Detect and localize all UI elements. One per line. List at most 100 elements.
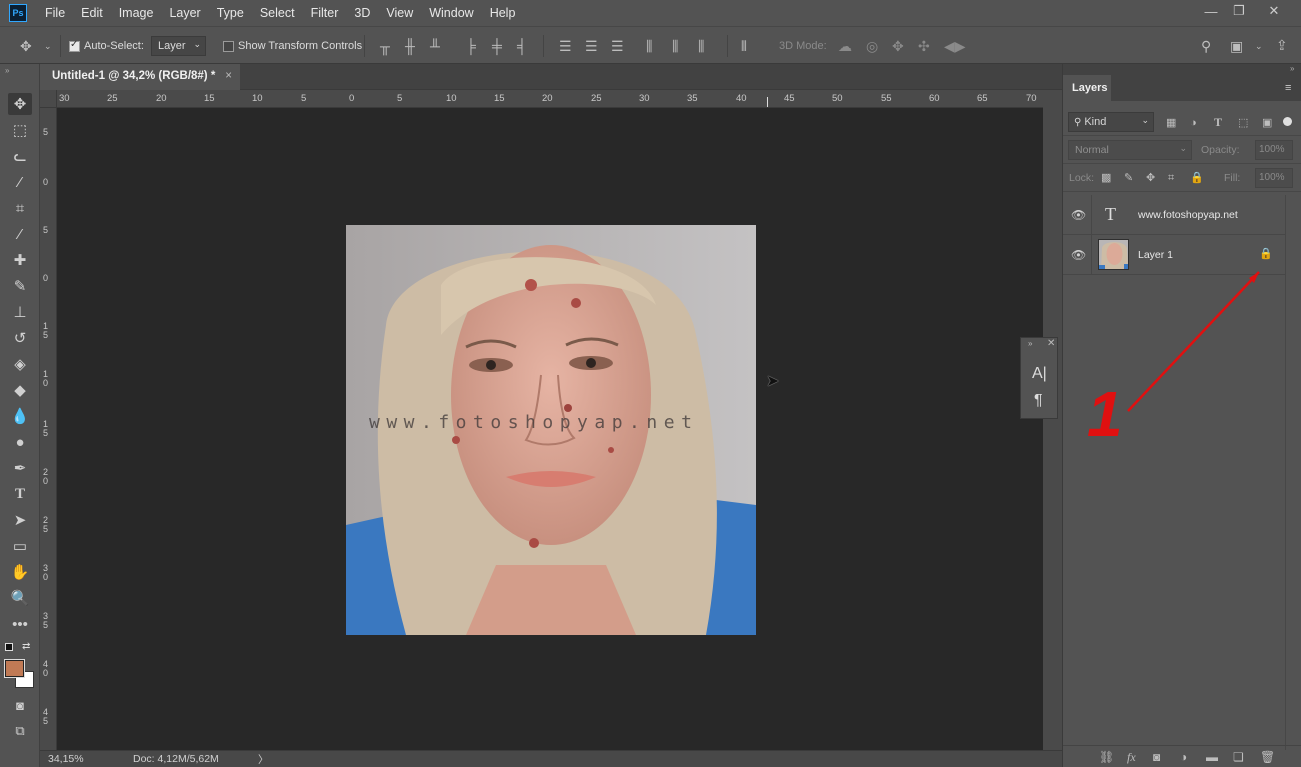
chevron-down-icon[interactable]: ⌄ [44, 39, 52, 53]
lasso-tool-icon[interactable]: ᓚ [8, 145, 32, 167]
type-tool-icon[interactable]: T [8, 483, 32, 505]
paint-bucket-tool-icon[interactable]: ◆ [8, 379, 32, 401]
add-mask-icon[interactable]: ◙ [1153, 750, 1160, 764]
menu-select[interactable]: Select [260, 6, 295, 20]
layers-scrollbar[interactable] [1285, 195, 1301, 750]
menu-edit[interactable]: Edit [81, 6, 103, 20]
align-bottom-icon[interactable]: ╨ [430, 39, 440, 53]
magic-wand-tool-icon[interactable]: ⁄ [8, 171, 32, 193]
3d-scale-icon[interactable]: ◀▶ [944, 39, 966, 53]
panel-menu-icon[interactable]: ≡ [1285, 82, 1291, 94]
menu-view[interactable]: View [386, 6, 413, 20]
collapse-panels-icon[interactable]: » [1290, 64, 1294, 73]
blur-tool-icon[interactable]: 💧 [8, 405, 32, 427]
layer-style-fx-icon[interactable]: fx [1127, 750, 1136, 765]
auto-align-icon[interactable]: ⫴ [741, 39, 747, 53]
eyedropper-tool-icon[interactable]: ⁄ [8, 223, 32, 245]
new-group-folder-icon[interactable]: ▬ [1206, 750, 1218, 764]
collapse-toolbar-icon[interactable]: » [5, 66, 9, 75]
lock-transparent-pixels-icon[interactable]: ▩ [1101, 171, 1111, 185]
align-top-icon[interactable]: ╥ [380, 39, 390, 53]
dodge-tool-icon[interactable]: ● [8, 431, 32, 453]
filter-shape-icon[interactable]: ⬚ [1238, 116, 1248, 130]
marquee-tool-icon[interactable]: ⬚ [8, 119, 32, 141]
share-icon[interactable]: ⇪ [1276, 38, 1288, 52]
distribute-left-icon[interactable]: ⫼ [646, 39, 652, 53]
more-tools-icon[interactable]: ••• [8, 613, 32, 635]
foreground-color-swatch[interactable] [4, 659, 25, 678]
layer-name[interactable]: Layer 1 [1138, 249, 1173, 261]
ruler-corner[interactable] [40, 90, 57, 108]
move-tool-preset-icon[interactable]: ✥ [20, 39, 32, 53]
brush-tool-icon[interactable]: ✎ [8, 275, 32, 297]
document-tab[interactable]: Untitled-1 @ 34,2% (RGB/8#) * × [40, 64, 240, 90]
distribute-right-icon[interactable]: ⫼ [698, 39, 704, 53]
search-icon[interactable]: ⚲ [1201, 39, 1211, 53]
fill-input[interactable]: 100% [1255, 168, 1293, 188]
menu-file[interactable]: File [45, 6, 65, 20]
eraser-tool-icon[interactable]: ◈ [8, 353, 32, 375]
close-dock-icon[interactable]: ✕ [1047, 338, 1055, 349]
align-left-icon[interactable]: ╞ [466, 39, 476, 53]
character-panel-icon[interactable]: A| [1032, 365, 1047, 383]
quick-mask-icon[interactable]: ◙ [8, 694, 32, 716]
default-colors-icon[interactable] [5, 643, 13, 651]
menu-layer[interactable]: Layer [169, 6, 200, 20]
expand-panels-icon[interactable]: » [1028, 339, 1032, 348]
crop-tool-icon[interactable]: ⌗ [8, 197, 32, 219]
vertical-ruler[interactable]: 5 0 5 0 1 5 1 0 1 5 2 0 2 5 3 0 3 5 4 0 … [40, 108, 57, 750]
delete-layer-trash-icon[interactable]: 🗑 [1260, 750, 1275, 764]
filter-type-icon[interactable]: T [1214, 115, 1222, 129]
clone-stamp-tool-icon[interactable]: ⊥ [8, 301, 32, 323]
show-transform-checkbox[interactable] [223, 41, 234, 52]
filter-adjustment-icon[interactable]: ◑ [1190, 116, 1197, 130]
distribute-vcenter-icon[interactable]: ☰ [585, 39, 598, 53]
3d-pan-icon[interactable]: ✥ [892, 39, 904, 53]
distribute-top-icon[interactable]: ☰ [559, 39, 572, 53]
visibility-eye-icon[interactable]: 👁 [1071, 208, 1086, 222]
zoom-tool-icon[interactable]: 🔍 [8, 587, 32, 609]
opacity-input[interactable]: 100% [1255, 140, 1293, 160]
lock-position-icon[interactable]: ✥ [1146, 171, 1155, 185]
swap-colors-icon[interactable]: ⇄ [22, 641, 30, 652]
new-adjustment-layer-icon[interactable]: ◑ [1180, 750, 1187, 764]
distribute-bottom-icon[interactable]: ☰ [611, 39, 624, 53]
vertical-scrollbar[interactable] [1043, 90, 1062, 750]
align-hcenter-icon[interactable]: ╪ [492, 39, 502, 53]
workspace-icon[interactable]: ▣ [1230, 39, 1243, 53]
screen-mode-icon[interactable]: ⧉ [8, 720, 32, 742]
doc-size-info[interactable]: Doc: 4,12M/5,62M [133, 753, 219, 765]
menu-help[interactable]: Help [490, 6, 516, 20]
close-window-icon[interactable]: ✕ [1259, 0, 1289, 22]
menu-image[interactable]: Image [119, 6, 154, 20]
move-tool-icon[interactable]: ✥ [8, 93, 32, 115]
link-layers-icon[interactable]: ⛓ [1099, 750, 1114, 764]
align-vcenter-icon[interactable]: ╫ [405, 39, 415, 53]
horizontal-ruler[interactable]: 30 25 20 15 10 5 0 5 10 15 20 25 30 35 4… [57, 90, 1043, 108]
filter-toggle-icon[interactable] [1283, 117, 1292, 126]
lock-icon[interactable]: 🔒 [1259, 247, 1273, 260]
3d-roll-icon[interactable]: ◎ [866, 39, 878, 53]
minimize-icon[interactable]: — [1196, 0, 1226, 22]
menu-filter[interactable]: Filter [311, 6, 339, 20]
menu-window[interactable]: Window [429, 6, 473, 20]
workspace-chevron-icon[interactable]: ⌄ [1255, 39, 1263, 53]
new-layer-icon[interactable]: ❏ [1233, 750, 1244, 764]
lock-image-pixels-icon[interactable]: ✎ [1124, 171, 1133, 185]
healing-brush-tool-icon[interactable]: ✚ [8, 249, 32, 271]
layer-row-text[interactable]: 👁 T www.fotoshopyap.net [1063, 195, 1285, 235]
hand-tool-icon[interactable]: ✋ [8, 561, 32, 583]
3d-slide-icon[interactable]: ✣ [918, 39, 930, 53]
layers-tab[interactable]: Layers [1063, 75, 1111, 101]
auto-select-target-dropdown[interactable]: Layer ⌄ [151, 36, 206, 56]
visibility-eye-icon[interactable]: 👁 [1071, 248, 1086, 262]
filter-smart-object-icon[interactable]: ▣ [1262, 116, 1272, 130]
3d-orbit-icon[interactable]: ☁ [838, 39, 852, 53]
blend-mode-dropdown[interactable]: Normal ⌄ [1068, 140, 1192, 160]
lock-all-icon[interactable]: 🔒 [1190, 171, 1204, 185]
close-tab-icon[interactable]: × [225, 70, 232, 82]
lock-artboard-icon[interactable]: ⌗ [1168, 171, 1174, 185]
rectangle-tool-icon[interactable]: ▭ [8, 535, 32, 557]
status-menu-arrow-icon[interactable]: 〉 [258, 752, 269, 767]
path-selection-tool-icon[interactable]: ➤ [8, 509, 32, 531]
